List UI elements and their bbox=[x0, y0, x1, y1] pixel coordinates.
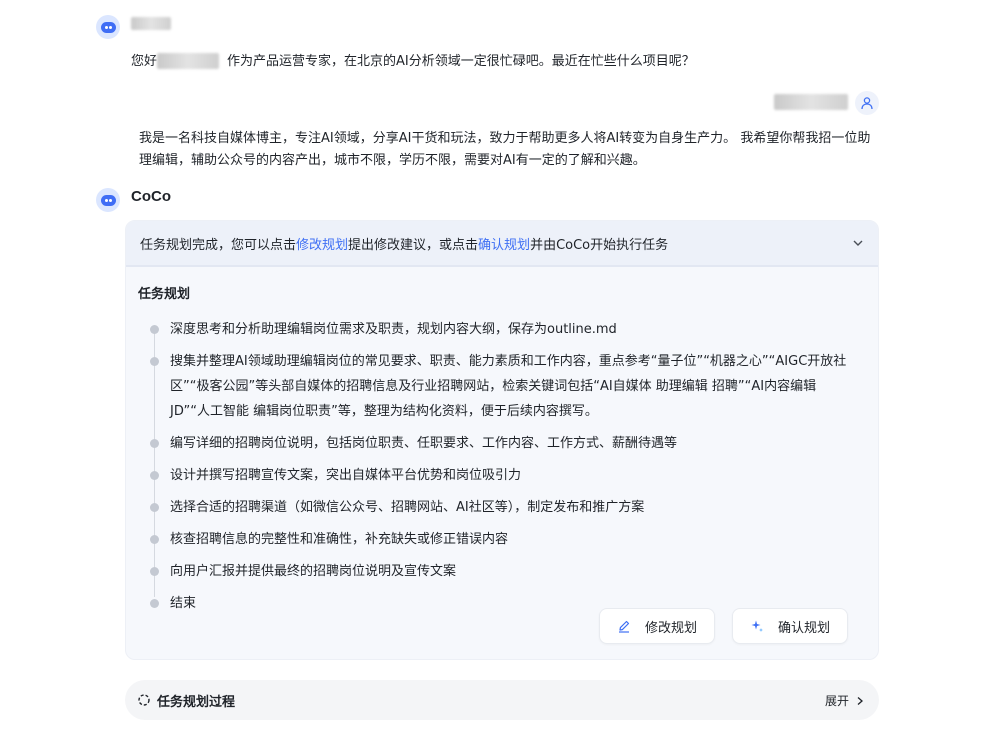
confirm-plan-button[interactable]: 确认规划 bbox=[732, 608, 848, 644]
plan-step: 搜集并整理AI领域助理编辑岗位的常见要求、职责、能力素质和工作内容，重点参考“量… bbox=[150, 349, 850, 424]
process-label: 任务规划过程 bbox=[157, 694, 236, 710]
plan-step: 深度思考和分析助理编辑岗位需求及职责，规划内容大纲，保存为outline.md bbox=[150, 317, 850, 342]
expand-button[interactable]: 展开 bbox=[825, 692, 865, 709]
task-process-bar[interactable]: 任务规划过程 展开 bbox=[125, 680, 879, 720]
step-dot-icon bbox=[150, 357, 159, 366]
assistant-name: CoCo bbox=[131, 188, 171, 205]
chevron-down-icon[interactable] bbox=[852, 237, 864, 249]
blurred-assistant-name bbox=[131, 17, 171, 30]
user-avatar bbox=[855, 91, 879, 115]
sparkle-icon bbox=[751, 620, 763, 632]
bot-face-icon bbox=[100, 21, 116, 33]
plan-header-text: 并由CoCo开始执行任务 bbox=[530, 237, 669, 253]
plan-header-text: 提出修改建议，或点击 bbox=[348, 237, 479, 253]
plan-step: 设计并撰写招聘宣传文案，突出自媒体平台优势和岗位吸引力 bbox=[150, 463, 850, 488]
greeting-prefix: 您好 bbox=[131, 54, 158, 69]
blurred-username bbox=[157, 52, 227, 70]
step-dot-icon bbox=[150, 567, 159, 576]
plan-step: 编写详细的招聘岗位说明，包括岗位职责、任职要求、工作内容、工作方式、薪酬待遇等 bbox=[150, 431, 850, 456]
plan-header[interactable]: 任务规划完成，您可以点击 修改规划 提出修改建议，或点击 确认规划 并由CoCo开始执行… bbox=[126, 221, 878, 267]
loading-icon bbox=[138, 694, 150, 706]
pencil-icon bbox=[618, 620, 630, 633]
plan-step: 选择合适的招聘渠道（如微信公众号、招聘网站、AI社区等），制定发布和推广方案 bbox=[150, 495, 850, 520]
step-dot-icon bbox=[150, 535, 159, 544]
chevron-right-icon bbox=[857, 696, 863, 705]
edit-plan-link[interactable]: 修改规划 bbox=[296, 234, 348, 253]
plan-step: 核查招聘信息的完整性和准确性，补充缺失或修正错误内容 bbox=[150, 527, 850, 552]
bot-face-icon bbox=[100, 194, 116, 206]
step-dot-icon bbox=[150, 439, 159, 448]
step-dot-icon bbox=[150, 471, 159, 480]
step-dot-icon bbox=[150, 599, 159, 608]
bot-greeting: 您好 作为产品运营专家，在北京的AI分析领域一定很忙碌吧。最近在忙些什么项目呢？ bbox=[131, 52, 695, 72]
plan-title: 任务规划 bbox=[138, 287, 191, 302]
confirm-plan-link[interactable]: 确认规划 bbox=[478, 234, 530, 253]
user-icon bbox=[861, 97, 873, 110]
step-dot-icon bbox=[150, 503, 159, 512]
step-dot-icon bbox=[150, 325, 159, 334]
plan-steps: 深度思考和分析助理编辑岗位需求及职责，规划内容大纲，保存为outline.md … bbox=[150, 317, 850, 623]
assistant-avatar bbox=[96, 15, 120, 39]
user-message: 我是一名科技自媒体博主，专注AI领域，分享AI干货和玩法，致力于帮助更多人将AI… bbox=[139, 131, 871, 168]
edit-plan-button[interactable]: 修改规划 bbox=[599, 608, 715, 644]
task-plan-card: 任务规划完成，您可以点击 修改规划 提出修改建议，或点击 确认规划 并由CoCo开始执行… bbox=[125, 220, 879, 660]
plan-step: 向用户汇报并提供最终的招聘岗位说明及宣传文案 bbox=[150, 559, 850, 584]
blurred-user-name bbox=[774, 94, 848, 110]
coco-avatar bbox=[96, 188, 120, 212]
greeting-suffix: 作为产品运营专家，在北京的AI分析领域一定很忙碌吧。最近在忙些什么项目呢？ bbox=[227, 54, 695, 69]
plan-header-text: 任务规划完成，您可以点击 bbox=[140, 237, 297, 253]
